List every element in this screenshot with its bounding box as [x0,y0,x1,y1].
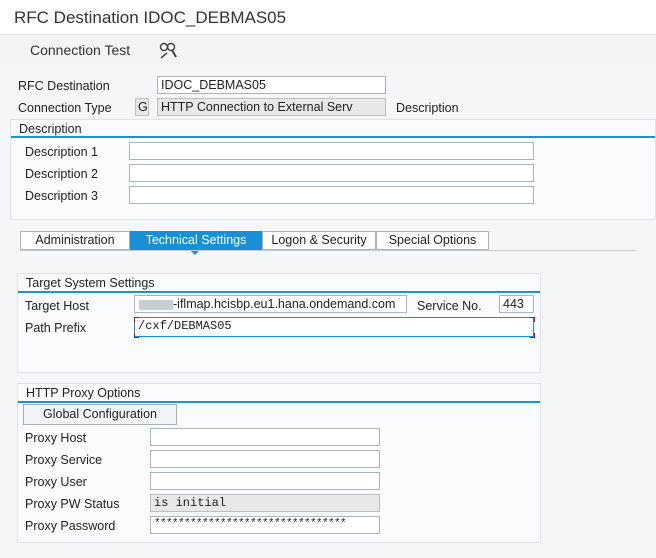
description-2-label: Description 2 [25,167,98,181]
focus-corner [134,317,139,322]
global-configuration-button[interactable]: Global Configuration [23,404,177,425]
proxy-password-field[interactable]: ******************************** [150,516,380,534]
section-rule [18,401,540,403]
target-system-title: Target System Settings [26,276,155,290]
proxy-host-field[interactable] [150,428,380,446]
description-1-field[interactable] [129,142,534,160]
description-header-label: Description [396,101,459,115]
rfc-destination-label: RFC Destination [18,79,110,93]
glasses-magnifier-icon[interactable] [158,40,178,60]
target-host-value: -iflmap.hcisbp.eu1.hana.ondemand.com [173,297,396,311]
target-host-field[interactable]: -iflmap.hcisbp.eu1.hana.ondemand.com [134,295,407,313]
proxy-pw-status-field: is initial [150,494,380,512]
path-prefix-label: Path Prefix [25,321,87,335]
proxy-section-title: HTTP Proxy Options [26,386,141,400]
focus-corner [530,317,535,322]
description-section-title: Description [19,122,82,136]
service-no-label: Service No. [417,299,482,313]
tab-administration[interactable]: Administration [20,231,130,250]
proxy-service-label: Proxy Service [25,453,103,467]
description-3-field[interactable] [129,186,534,204]
connection-type-text-field: HTTP Connection to External Serv [157,98,386,116]
page-title: RFC Destination IDOC_DEBMAS05 [14,8,287,27]
tab-special-options[interactable]: Special Options [376,231,489,250]
toolbar: Connection Test [0,35,656,65]
proxy-service-field[interactable] [150,450,380,468]
tab-technical-settings[interactable]: Technical Settings [130,231,262,250]
proxy-host-label: Proxy Host [25,431,87,445]
rfc-destination-field[interactable]: IDOC_DEBMAS05 [157,76,386,94]
proxy-password-label: Proxy Password [25,519,116,533]
description-3-label: Description 3 [25,189,98,203]
service-no-field[interactable]: 443 [499,295,534,313]
focus-corner [530,333,535,338]
description-1-label: Description 1 [25,145,98,159]
description-2-field[interactable] [129,164,534,182]
path-prefix-field[interactable]: /cxf/DEBMAS05 [134,317,534,337]
tab-divider [20,250,636,251]
tab-logon-security[interactable]: Logon & Security [262,231,376,250]
section-rule [18,291,540,293]
proxy-user-field[interactable] [150,472,380,490]
proxy-user-label: Proxy User [25,475,87,489]
target-host-label: Target Host [25,299,89,313]
section-rule [11,136,655,138]
connection-type-code-field: G [135,98,149,116]
focus-corner [134,333,139,338]
connection-test-button[interactable]: Connection Test [30,42,130,58]
connection-type-label: Connection Type [18,101,112,115]
title-bar: RFC Destination IDOC_DEBMAS05 [0,0,656,35]
proxy-pw-status-label: Proxy PW Status [25,497,120,511]
obscured-text [139,299,173,310]
